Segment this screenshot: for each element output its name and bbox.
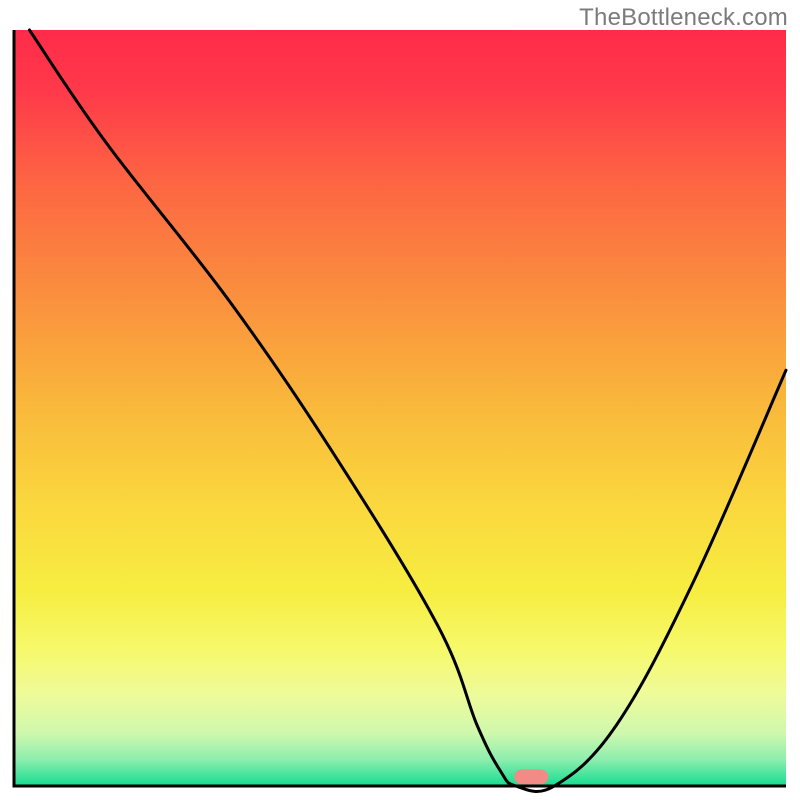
bottleneck-chart: TheBottleneck.com	[0, 0, 800, 800]
plot-background	[14, 30, 786, 786]
watermark-text: TheBottleneck.com	[579, 4, 788, 32]
optimal-point-marker	[514, 769, 548, 784]
chart-svg	[0, 0, 800, 800]
